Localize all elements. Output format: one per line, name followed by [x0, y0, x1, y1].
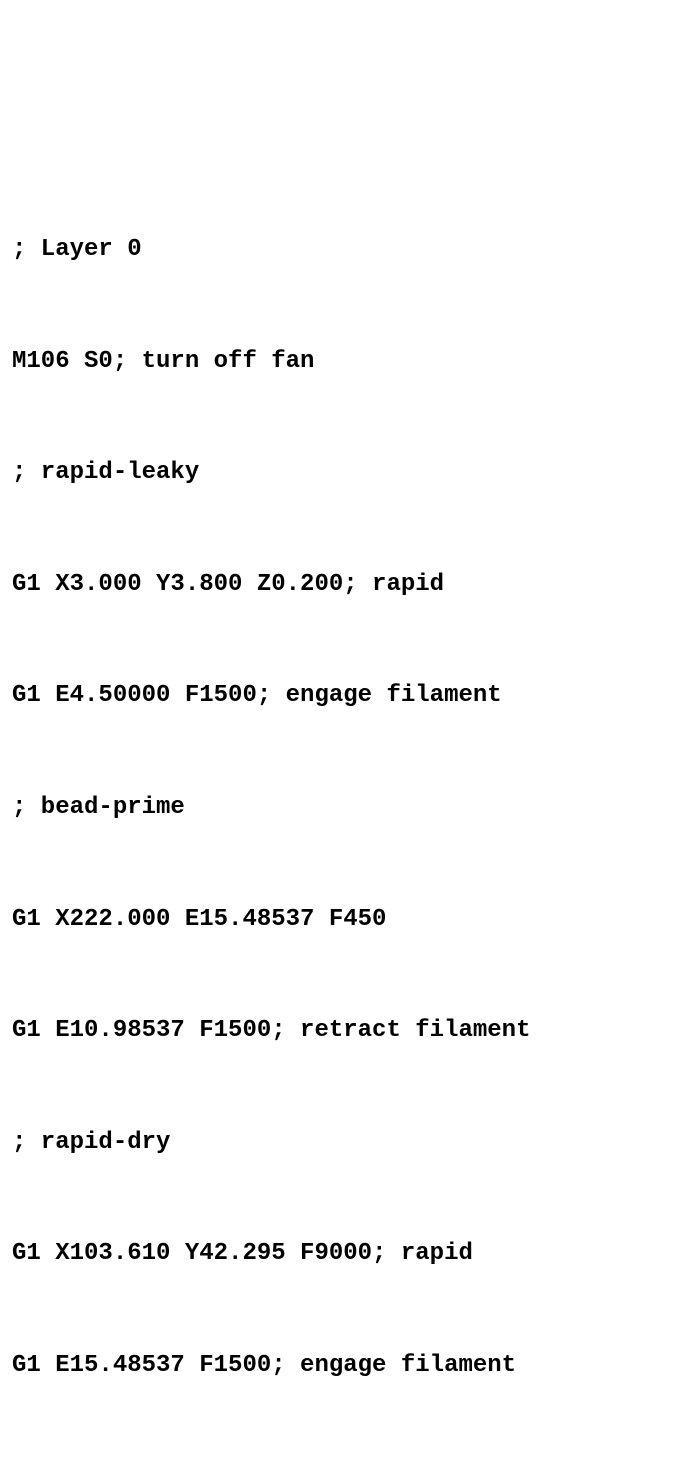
code-text: G1 E10.98537 F1500; retract filament [12, 1017, 530, 1044]
code-text: ; rapid-leaky [12, 459, 199, 486]
code-text: ; bead-skirt/brim [12, 1463, 257, 1464]
code-line: ; rapid-dry [12, 1124, 673, 1161]
code-text: ; Layer 0 [12, 236, 142, 263]
code-text: G1 E4.50000 F1500; engage filament [12, 682, 502, 709]
code-line: G1 E4.50000 F1500; engage filament [12, 677, 673, 714]
code-line: ; bead-skirt/brim [12, 1458, 673, 1464]
code-line: G1 X222.000 E15.48537 F450 [12, 901, 673, 938]
code-text: M106 S0; turn off fan [12, 348, 314, 375]
code-line: ; bead-prime [12, 789, 673, 826]
code-text: G1 X103.610 Y42.295 F9000; rapid [12, 1240, 473, 1267]
code-text: G1 E15.48537 F1500; engage filament [12, 1352, 516, 1379]
code-text: G1 X222.000 E15.48537 F450 [12, 906, 386, 933]
gcode-text-block: ; Layer 0 M106 S0; turn off fan ; rapid-… [12, 157, 673, 1464]
code-line: ; rapid-leaky [12, 454, 673, 491]
code-line: G1 X103.610 Y42.295 F9000; rapid [12, 1235, 673, 1272]
code-line: ; Layer 0 [12, 231, 673, 268]
code-line: G1 E10.98537 F1500; retract filament [12, 1012, 673, 1049]
code-line: G1 X3.000 Y3.800 Z0.200; rapid [12, 566, 673, 603]
code-text: ; bead-prime [12, 794, 185, 821]
code-line: G1 E15.48537 F1500; engage filament [12, 1347, 673, 1384]
code-text: ; rapid-dry [12, 1129, 170, 1156]
code-line: M106 S0; turn off fan [12, 343, 673, 380]
code-text: G1 X3.000 Y3.800 Z0.200; rapid [12, 571, 444, 598]
